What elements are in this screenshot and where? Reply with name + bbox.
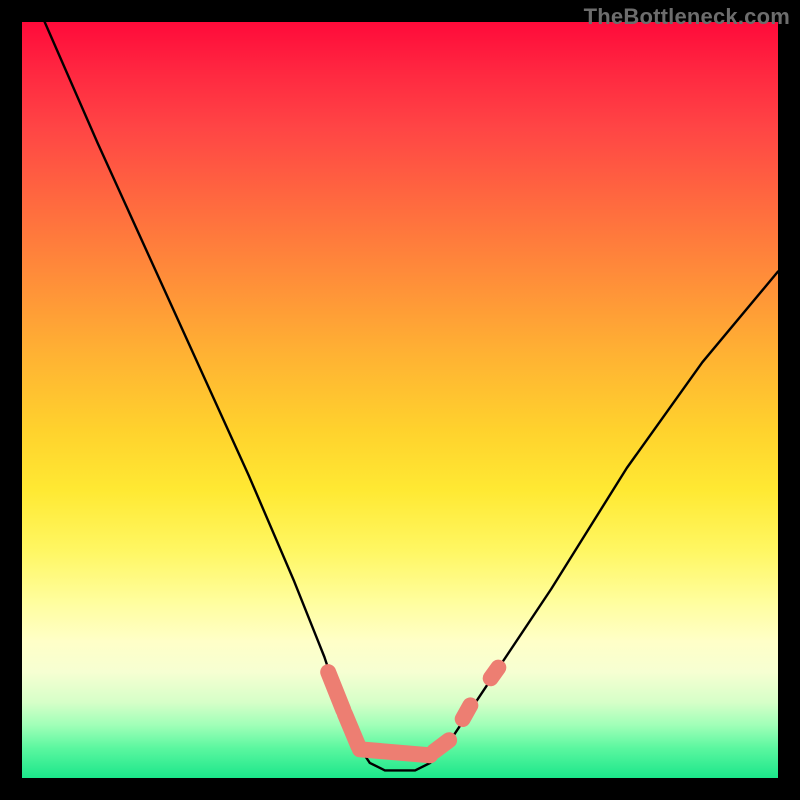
highlight-segment [434, 740, 449, 751]
chart-svg [22, 22, 778, 778]
curve-line [45, 22, 778, 770]
highlight-segment [328, 672, 343, 710]
highlight-segment [345, 714, 359, 747]
highlight-segment [463, 705, 471, 719]
highlight-segment [491, 668, 499, 679]
highlight-segment [360, 749, 430, 755]
gradient-plot-area [22, 22, 778, 778]
